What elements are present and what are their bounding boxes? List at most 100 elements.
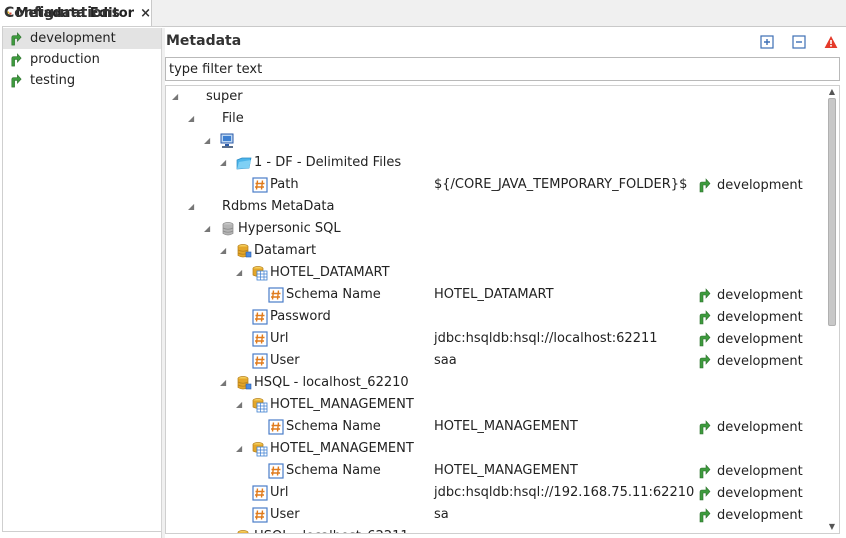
configuration-label: development [717, 309, 803, 325]
tree-row[interactable]: ◢ HSQL - localhost_62210 [166, 372, 826, 394]
property-value: jdbc:hsqldb:hsql://192.168.75.11:62210 [434, 485, 695, 500]
expand-twisty-icon[interactable]: ◢ [236, 268, 242, 277]
schema-icon [252, 398, 268, 413]
expand-twisty-icon[interactable]: ◢ [220, 378, 226, 387]
configuration-cell: development [698, 462, 803, 480]
tree-row[interactable]: Url jdbc:hsqldb:hsql://localhost:62211 dev… [166, 328, 826, 350]
property-value: saa [434, 353, 457, 368]
warning-icon[interactable] [824, 35, 838, 49]
expand-twisty-icon[interactable]: ◢ [220, 532, 226, 533]
configuration-cell: development [698, 308, 803, 326]
tree-node-label: User [270, 353, 300, 368]
configuration-arrow-icon [699, 288, 711, 303]
expand-all-icon[interactable] [760, 35, 774, 49]
property-icon [252, 353, 268, 369]
configuration-cell: development [698, 418, 803, 436]
tree-row[interactable]: ◢ HOTEL_MANAGEMENT [166, 438, 826, 460]
property-icon [252, 309, 268, 325]
tree-node-label: HOTEL_MANAGEMENT [270, 397, 414, 412]
configuration-label: development [717, 353, 803, 369]
database-icon [237, 376, 252, 390]
tree-row[interactable]: ◢ File [166, 108, 826, 130]
property-icon [252, 485, 268, 501]
tree-node-label: Url [270, 331, 289, 346]
expand-twisty-icon[interactable]: ◢ [220, 246, 226, 255]
expand-twisty-icon[interactable]: ◢ [172, 92, 178, 101]
tree-row[interactable]: ◢ HSQL - localhost_62211 [166, 526, 826, 533]
tree-row[interactable]: ◢ Rdbms MetaData [166, 196, 826, 218]
tree-node-label: HSQL - localhost_62210 [254, 375, 409, 390]
vertical-scrollbar[interactable]: ▲ ▼ [826, 86, 838, 533]
expand-twisty-icon[interactable]: ◢ [204, 224, 210, 233]
tree-node-label: Schema Name [286, 287, 381, 302]
configuration-item[interactable]: development [3, 28, 161, 49]
configuration-label: development [30, 31, 116, 46]
configuration-arrow-icon [11, 74, 22, 88]
close-icon[interactable]: × [140, 6, 151, 21]
scroll-down-arrow-icon[interactable]: ▼ [827, 522, 837, 532]
property-icon [268, 419, 284, 435]
configuration-cell: development [698, 330, 803, 348]
schema-icon [252, 442, 268, 457]
configuration-cell: development [698, 484, 803, 502]
scroll-thumb[interactable] [828, 98, 836, 326]
schema-icon [252, 266, 268, 281]
configuration-item[interactable]: testing [3, 70, 161, 91]
configuration-cell: development [698, 506, 803, 524]
editor-tab-bar: Metadata Editor × [0, 0, 846, 28]
metadata-tree: ◢ super ◢ File ◢ ◢ 1 - DF - Delimited Files Pat… [165, 85, 840, 534]
filter-input[interactable] [165, 57, 840, 81]
tree-row[interactable]: ◢ 1 - DF - Delimited Files [166, 152, 826, 174]
metadata-toolbar [760, 35, 838, 53]
tree-node-label: Schema Name [286, 463, 381, 478]
tree-row[interactable]: ◢ HOTEL_MANAGEMENT [166, 394, 826, 416]
tree-row[interactable]: Path ${/CORE_JAVA_TEMPORARY_FOLDER}$ devel… [166, 174, 826, 196]
configuration-item[interactable]: production [3, 49, 161, 70]
expand-twisty-icon[interactable]: ◢ [204, 136, 210, 145]
configuration-label: development [717, 287, 803, 303]
tree-node-label: Path [270, 177, 299, 192]
expand-twisty-icon[interactable]: ◢ [236, 400, 242, 409]
configuration-arrow-icon [699, 354, 711, 369]
tree-node-label: Hypersonic SQL [238, 221, 341, 236]
tree-row[interactable]: ◢ super [166, 86, 826, 108]
expand-twisty-icon[interactable]: ◢ [236, 444, 242, 453]
tree-row[interactable]: User sa development [166, 504, 826, 526]
tree-row[interactable]: ◢ HOTEL_DATAMART [166, 262, 826, 284]
scroll-up-arrow-icon[interactable]: ▲ [827, 87, 837, 97]
database-icon [237, 244, 252, 258]
property-value: ${/CORE_JAVA_TEMPORARY_FOLDER}$ [434, 177, 688, 192]
tree-row[interactable]: Schema Name HOTEL_DATAMART development [166, 284, 826, 306]
configuration-arrow-icon [699, 508, 711, 523]
tree-node-label: Schema Name [286, 419, 381, 434]
tree-row[interactable]: Schema Name HOTEL_MANAGEMENT development [166, 416, 826, 438]
expand-twisty-icon[interactable]: ◢ [220, 158, 226, 167]
configurations-header: Configurations [4, 5, 120, 21]
property-value: HOTEL_MANAGEMENT [434, 419, 578, 434]
configuration-arrow-icon [699, 486, 711, 501]
computer-icon [220, 133, 234, 148]
tree-row[interactable]: Password development [166, 306, 826, 328]
tree-node-label: Rdbms MetaData [222, 199, 335, 214]
configuration-arrow-icon [699, 178, 711, 193]
tree-row[interactable]: Schema Name HOTEL_MANAGEMENT development [166, 460, 826, 482]
expand-twisty-icon[interactable]: ◢ [188, 114, 194, 123]
tree-row[interactable]: User saa development [166, 350, 826, 372]
configuration-arrow-icon [11, 32, 22, 46]
tree-node-label: Datamart [254, 243, 317, 258]
configuration-label: production [30, 52, 100, 67]
configuration-cell: development [698, 352, 803, 370]
tree-row[interactable]: ◢ Datamart [166, 240, 826, 262]
tree-row[interactable]: ◢ [166, 130, 826, 152]
metadata-header: Metadata [166, 33, 242, 49]
configuration-label: development [717, 177, 803, 193]
folder-icon [236, 157, 252, 170]
property-value: HOTEL_DATAMART [434, 287, 554, 302]
tree-node-label: File [222, 111, 244, 126]
configuration-label: development [717, 463, 803, 479]
configuration-arrow-icon [699, 310, 711, 325]
collapse-all-icon[interactable] [792, 35, 806, 49]
expand-twisty-icon[interactable]: ◢ [188, 202, 194, 211]
tree-row[interactable]: Url jdbc:hsqldb:hsql://192.168.75.11:6221… [166, 482, 826, 504]
tree-row[interactable]: ◢ Hypersonic SQL [166, 218, 826, 240]
